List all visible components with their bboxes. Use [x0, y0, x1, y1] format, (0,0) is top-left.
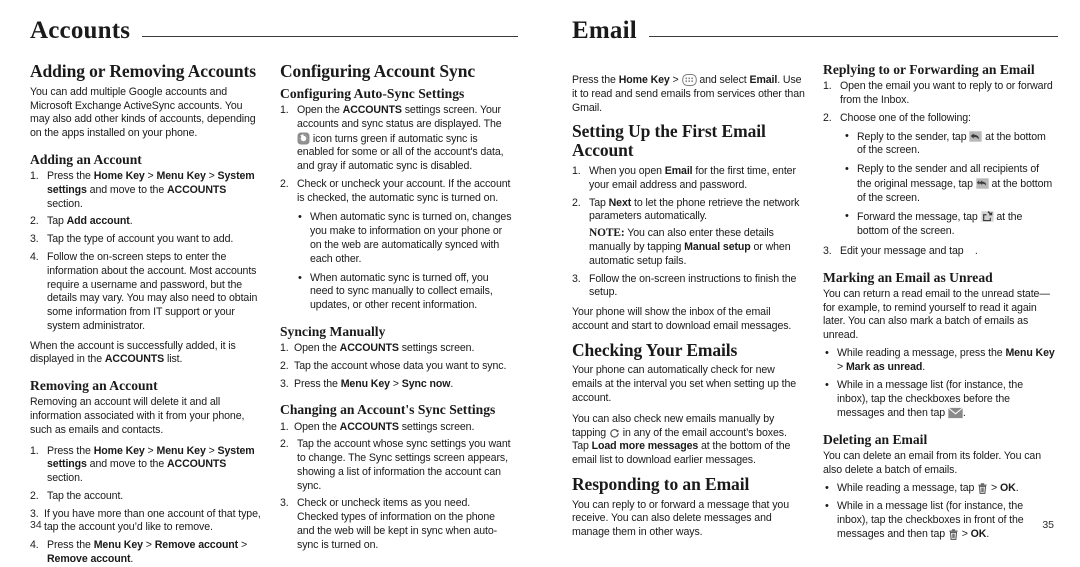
list-item: Check or uncheck items as you need. Chec…	[280, 497, 498, 551]
paragraph-account-added: When the account is successfully added, …	[30, 339, 236, 366]
paragraph-after-setup: Your phone will show the inbox of the em…	[572, 306, 792, 332]
heading-marking-email-unread: Marking an Email as Unread	[823, 269, 993, 285]
note-manual-setup: NOTE: You can also enter these details m…	[589, 227, 791, 267]
list-item: Tap the account whose sync settings you …	[280, 438, 511, 492]
heading-responding-to-an-email: Responding to an Email	[572, 473, 750, 494]
heading-adding-removing-accounts: Adding or Removing Accounts	[30, 61, 256, 81]
list-item: Open the email you want to reply to or f…	[823, 80, 1053, 106]
running-head-right: Email	[572, 18, 1058, 46]
list-adding-account-steps: Press the Home Key > Menu Key > System s…	[30, 170, 262, 333]
list-item: Tap Add account.	[30, 215, 133, 229]
right-column-2: Replying to or Forwarding an Email Open …	[823, 62, 1056, 548]
list-reply-steps: Open the email you want to reply to or f…	[823, 80, 1056, 258]
list-syncing-manually-steps: Open the ACCOUNTS settings screen. Tap t…	[280, 342, 512, 391]
paragraph-checking-auto: Your phone can automatically check for n…	[572, 364, 797, 404]
list-item: Tap the account whose data you want to s…	[280, 359, 507, 374]
left-columns: Adding or Removing Accounts You can add …	[30, 61, 518, 565]
list-item: If you have more than one account of tha…	[30, 507, 261, 534]
list-setup-steps: When you open Email for the first time, …	[572, 165, 805, 300]
list-item: Open the ACCOUNTS settings screen.	[280, 420, 475, 435]
list-item: While in a message list (for instance, t…	[823, 499, 1056, 541]
running-head-left: Accounts	[30, 18, 518, 46]
right-columns: Press the Home Key > and select Email. U…	[572, 62, 1058, 548]
left-column-2: Configuring Account Sync Configuring Aut…	[280, 61, 512, 551]
page-title: Email	[572, 17, 637, 44]
envelope-icon	[947, 407, 963, 419]
list-item: Tap the account.	[30, 489, 124, 504]
list-item: Open the ACCOUNTS settings screen. Your …	[280, 104, 504, 173]
sync-icon	[297, 132, 310, 145]
trash-icon	[977, 482, 988, 494]
list-item: Press the Menu Key > Sync now.	[280, 377, 454, 392]
reply-all-icon	[976, 177, 989, 190]
list-deleting-bullets: While reading a message, tap > OK. While…	[823, 481, 1056, 542]
heading-replying-forwarding-email: Replying to or Forwarding an Email	[823, 62, 1035, 77]
list-item: When automatic sync is turned off, you n…	[296, 271, 512, 313]
list-changing-sync-steps: Open the ACCOUNTS settings screen. Tap t…	[280, 421, 512, 553]
paragraph-accounts-intro: You can add multiple Google accounts and…	[30, 85, 256, 140]
paragraph-removing-intro: Removing an account will delete it and a…	[30, 396, 245, 436]
list-item: Forward the message, tap at the bottom o…	[843, 209, 1056, 239]
heading-removing-an-account: Removing an Account	[30, 378, 158, 394]
list-reply-options: Reply to the sender, tap at the bottom o…	[843, 129, 1056, 239]
heading-configuring-auto-sync-settings: Configuring Auto-Sync Settings	[280, 85, 465, 101]
heading-setting-up-first-email-account: Setting Up the First Email Account	[572, 121, 766, 161]
list-auto-sync-steps: Open the ACCOUNTS settings screen. Your …	[280, 104, 512, 205]
note-label: NOTE:	[589, 227, 625, 240]
left-column-1: Adding or Removing Accounts You can add …	[30, 61, 262, 565]
list-item: When you open Email for the first time, …	[572, 165, 796, 191]
heading-deleting-an-email: Deleting an Email	[823, 431, 928, 447]
list-item: Press the Menu Key > Remove account > Re…	[30, 539, 248, 565]
two-page-spread: Accounts Adding or Removing Accounts You…	[0, 0, 1080, 565]
forward-icon	[980, 210, 994, 223]
list-item: Tap Next to let the phone retrieve the n…	[572, 197, 805, 269]
heading-configuring-account-sync: Configuring Account Sync	[280, 61, 475, 81]
list-item: Open the ACCOUNTS settings screen.	[280, 342, 475, 356]
paragraph-checking-manual: You can also check new emails manually b…	[572, 412, 791, 467]
trash-icon	[948, 529, 959, 540]
reply-icon	[969, 130, 983, 143]
list-item: Tap the type of account you want to add.	[30, 233, 234, 247]
right-column-1: Press the Home Key > and select Email. U…	[572, 62, 805, 548]
apps-grid-icon	[681, 74, 697, 86]
heading-syncing-manually: Syncing Manually	[280, 323, 386, 339]
refresh-icon	[609, 428, 620, 439]
page-number-right: 35	[1042, 519, 1054, 531]
list-item: Follow the on-screen instructions to fin…	[572, 272, 797, 299]
heading-changing-account-sync-settings: Changing an Account's Sync Settings	[280, 402, 496, 418]
paragraph-responding: You can reply to or forward a message th…	[572, 498, 790, 539]
paragraph-marking-intro: You can return a read email to the unrea…	[823, 287, 1050, 342]
list-item: While in a message list (for instance, t…	[823, 378, 1056, 420]
list-item: When automatic sync is turned on, change…	[296, 210, 512, 266]
list-removing-account-steps: Press the Home Key > Menu Key > System s…	[30, 445, 262, 567]
heading-checking-your-emails: Checking Your Emails	[572, 339, 738, 360]
list-auto-sync-bullets: When automatic sync is turned on, change…	[296, 210, 512, 313]
list-item: Press the Home Key > Menu Key > System s…	[30, 444, 255, 485]
list-item: Reply to the sender, tap at the bottom o…	[843, 129, 1056, 159]
heading-adding-an-account: Adding an Account	[30, 151, 142, 167]
page-left: Accounts Adding or Removing Accounts You…	[0, 0, 540, 565]
header-rule	[142, 36, 518, 37]
paragraph-deleting-intro: You can delete an email from its folder.…	[823, 449, 1042, 476]
page-title: Accounts	[30, 17, 131, 44]
list-marking-bullets: While reading a message, press the Menu …	[823, 346, 1056, 421]
list-item: Edit your message and tap .	[823, 244, 978, 259]
header-rule	[648, 36, 1058, 37]
list-item: Follow the on-screen steps to enter the …	[30, 251, 258, 332]
list-item: Reply to the sender and all recipients o…	[843, 162, 1056, 205]
list-item: While reading a message, tap > OK.	[823, 481, 1056, 496]
list-item: Choose one of the following: Reply to th…	[823, 112, 1056, 239]
page-right: Email Press the Home Key > and select Em…	[540, 0, 1080, 540]
list-item: While reading a message, press the Menu …	[823, 346, 1056, 375]
list-item: Check or uncheck your account. If the ac…	[280, 177, 511, 204]
page-number-left: 34	[30, 519, 42, 531]
list-item: Press the Home Key > Menu Key > System s…	[30, 170, 255, 210]
paragraph-email-intro: Press the Home Key > and select Email. U…	[572, 74, 805, 114]
